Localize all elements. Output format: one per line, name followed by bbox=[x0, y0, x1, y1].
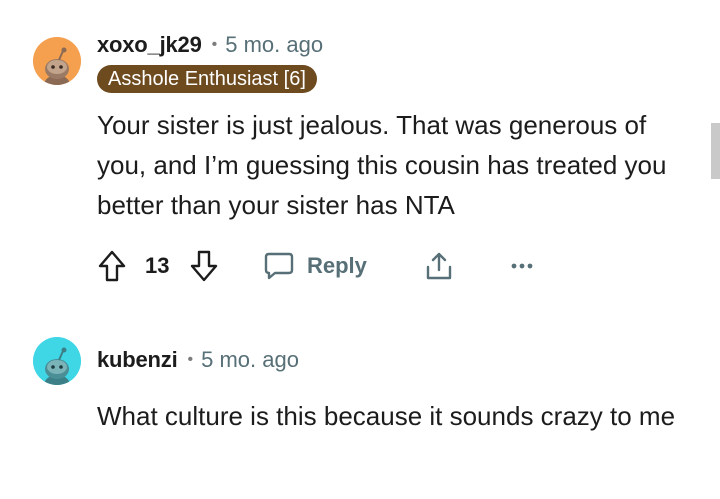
comment-body: Your sister is just jealous. That was ge… bbox=[97, 110, 667, 220]
vote-score: 13 bbox=[145, 248, 169, 284]
downvote-icon bbox=[190, 250, 218, 282]
user-avatar[interactable] bbox=[33, 37, 81, 85]
downvote-button[interactable] bbox=[189, 248, 219, 284]
user-flair: Asshole Enthusiast [6] bbox=[97, 65, 317, 93]
comment-bubble-icon bbox=[264, 252, 294, 280]
comment-meta: xoxo_jk29 • 5 mo. ago bbox=[97, 31, 323, 59]
username[interactable]: xoxo_jk29 bbox=[97, 32, 202, 58]
user-avatar[interactable] bbox=[33, 337, 81, 385]
upvote-button[interactable] bbox=[97, 248, 127, 284]
reply-button[interactable]: Reply bbox=[263, 248, 367, 284]
upvote-icon bbox=[98, 250, 126, 282]
scrollbar-thumb[interactable] bbox=[711, 123, 720, 179]
meta-separator: • bbox=[211, 36, 218, 53]
score-value: 13 bbox=[145, 253, 170, 278]
more-options-button[interactable] bbox=[510, 248, 534, 284]
comment-meta: kubenzi • 5 mo. ago bbox=[97, 346, 299, 374]
comment-body: What culture is this because it sounds c… bbox=[97, 401, 676, 431]
more-options-icon bbox=[511, 263, 533, 269]
timestamp: 5 mo. ago bbox=[225, 32, 324, 57]
share-button[interactable] bbox=[424, 248, 454, 284]
timestamp: 5 mo. ago bbox=[201, 347, 299, 372]
snoo-avatar-icon bbox=[33, 37, 81, 85]
reply-label: Reply bbox=[307, 253, 367, 278]
meta-separator: • bbox=[187, 351, 194, 368]
share-icon bbox=[426, 252, 452, 280]
comment-actions: 13 Reply bbox=[97, 248, 547, 284]
username[interactable]: kubenzi bbox=[97, 347, 178, 373]
snoo-avatar-icon bbox=[33, 337, 81, 385]
